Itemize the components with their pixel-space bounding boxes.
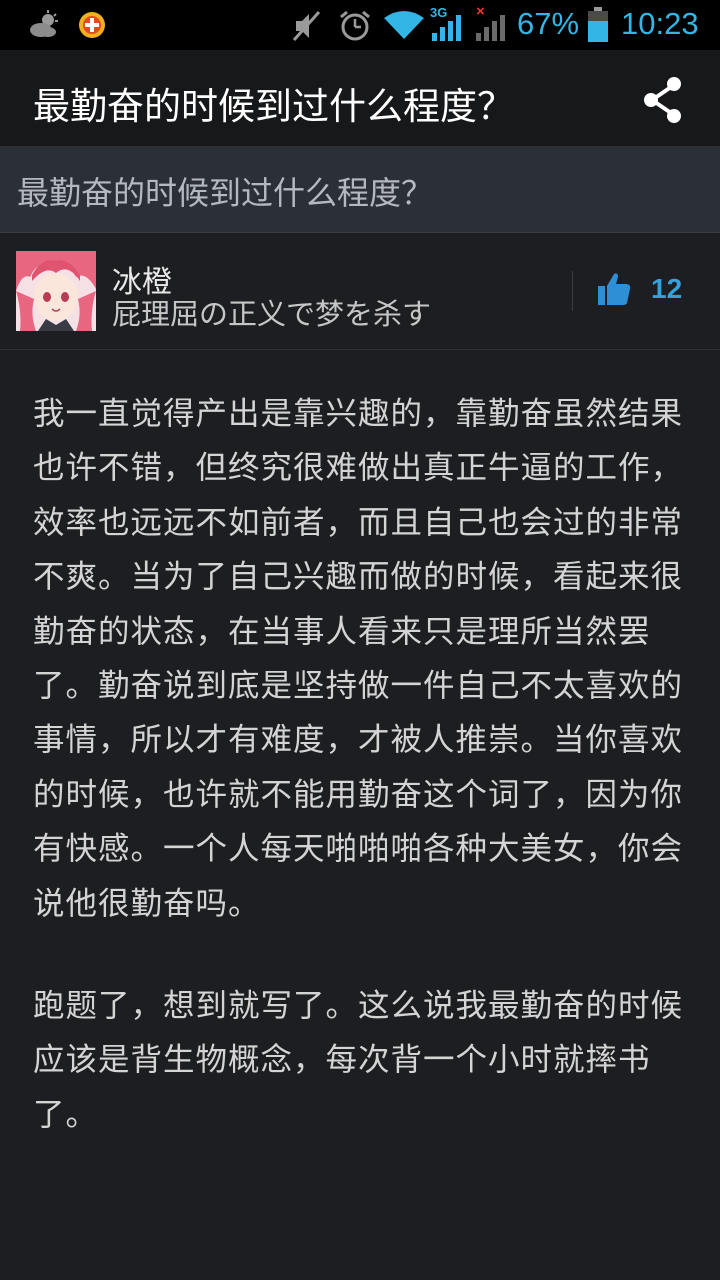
battery-icon <box>588 7 608 42</box>
alarm-icon <box>340 10 370 41</box>
status-bar: 3G × 67% 10:23 <box>0 0 720 50</box>
author-bio: 屁理屈の正义で梦を杀す <box>112 297 432 331</box>
battery-percentage: 67% <box>517 6 580 41</box>
question-header[interactable]: 最勤奋的时候到过什么程度？ <box>0 146 720 233</box>
clock: 10:23 <box>621 6 699 41</box>
app-notification-icon <box>79 12 105 38</box>
share-button[interactable] <box>636 72 692 128</box>
answer-paragraph: 跑题了，想到就写了。这么说我最勤奋的时候应该是背生物概念，每次背一个小时就摔书了… <box>33 988 684 1133</box>
vote-button[interactable]: 12 <box>596 271 696 315</box>
weather-icon <box>30 10 58 37</box>
signal-3g-icon: 3G <box>428 5 468 41</box>
mute-icon <box>292 11 321 41</box>
avatar-image <box>16 251 96 331</box>
vote-count: 12 <box>651 273 683 304</box>
answer-body: 我一直觉得产出是靠兴趣的，靠勤奋虽然结果也许不错，但终究很难做出真正牛逼的工作，… <box>33 387 687 1190</box>
question-title: 最勤奋的时候到过什么程度？ <box>17 174 434 212</box>
share-icon <box>644 77 681 123</box>
divider <box>572 271 573 311</box>
page-title: 最勤奋的时候到过什么程度？ <box>33 85 514 128</box>
answer-paragraph: 我一直觉得产出是靠兴趣的，靠勤奋虽然结果也许不错，但终究很难做出真正牛逼的工作，… <box>33 396 684 922</box>
avatar[interactable] <box>16 251 96 331</box>
wifi-icon <box>384 11 424 39</box>
no-signal-icon: × <box>472 3 512 41</box>
action-bar: 最勤奋的时候到过什么程度？ <box>0 50 720 146</box>
thumbs-up-icon <box>598 273 631 305</box>
author-row: 冰橙 屁理屈の正义で梦を杀す 12 <box>0 233 720 350</box>
